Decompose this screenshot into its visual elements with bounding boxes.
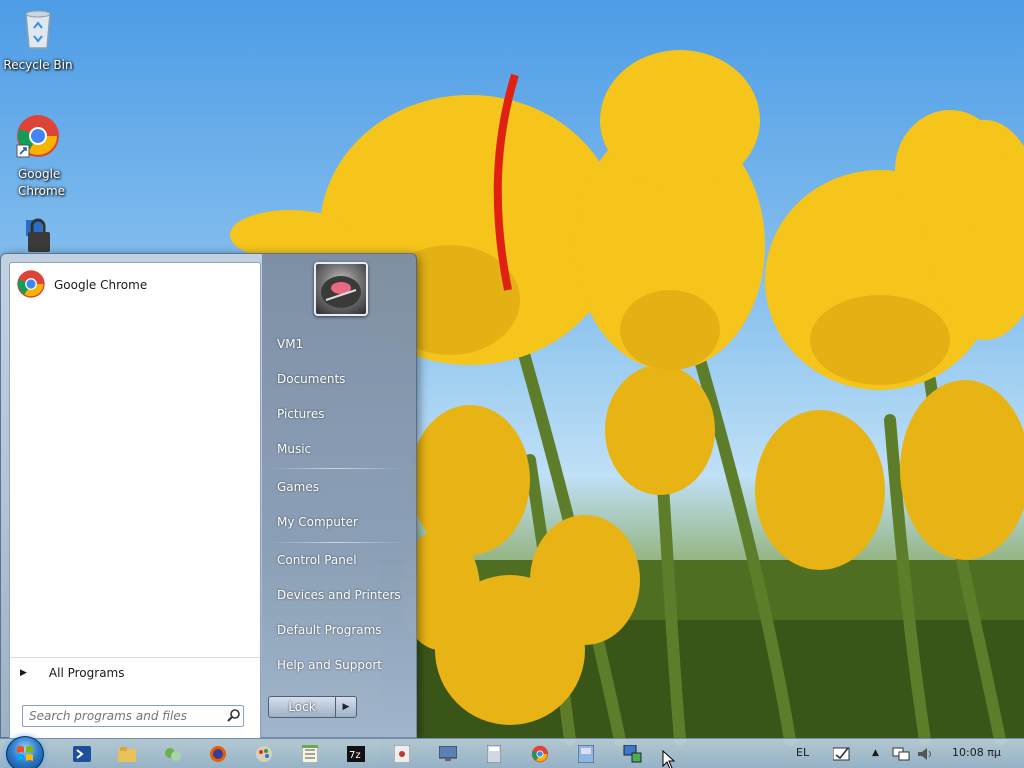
- media-app-icon[interactable]: [392, 744, 412, 764]
- disk-icon[interactable]: [576, 744, 596, 764]
- volume-icon[interactable]: [915, 744, 935, 764]
- network-share-icon[interactable]: [163, 744, 183, 764]
- lock-button-label: Lock: [288, 700, 316, 714]
- start-search-box[interactable]: [22, 705, 244, 727]
- menu-item-music[interactable]: Music: [262, 434, 417, 464]
- paint-icon[interactable]: [254, 744, 274, 764]
- lock-shortcut-icon: [2, 218, 74, 257]
- menu-item-help-and-support[interactable]: Help and Support: [262, 650, 417, 680]
- explorer-folder-icon[interactable]: [117, 744, 137, 764]
- menu-item-label: My Computer: [277, 515, 358, 529]
- all-programs-label: All Programs: [48, 665, 125, 680]
- start-menu-places-pane: VM1 Documents Pictures Music Games My Co…: [262, 254, 417, 739]
- mouse-cursor-icon: [662, 749, 676, 768]
- menu-item-label: VM1: [277, 337, 304, 351]
- chrome-icon[interactable]: [530, 744, 550, 764]
- search-icon[interactable]: [227, 708, 241, 725]
- firefox-icon[interactable]: [208, 744, 228, 764]
- power-options-arrow-button[interactable]: ▶: [335, 696, 357, 718]
- powershell-icon[interactable]: [72, 744, 92, 764]
- desktop-icon-recycle-bin[interactable]: Recycle Bin: [2, 6, 74, 74]
- menu-item-my-computer[interactable]: My Computer: [262, 507, 417, 537]
- menu-item-label: Documents: [277, 372, 346, 386]
- menu-item-default-programs[interactable]: Default Programs: [262, 615, 417, 645]
- start-menu-programs-pane: Google Chrome ▶ All Programs: [9, 262, 261, 739]
- calculator-icon[interactable]: [484, 744, 504, 764]
- pinned-item-google-chrome[interactable]: Google Chrome: [13, 269, 257, 302]
- menu-separator: [268, 468, 406, 469]
- menu-item-games[interactable]: Games: [262, 472, 417, 502]
- desktop-icon-google-chrome[interactable]: Google Chrome: [2, 113, 74, 200]
- chrome-icon: [16, 269, 46, 302]
- triangle-right-icon: ▶: [20, 667, 27, 678]
- start-button[interactable]: [6, 736, 44, 768]
- user-avatar-icon[interactable]: [314, 262, 368, 316]
- menu-item-label: Music: [277, 442, 312, 456]
- action-center-icon[interactable]: [832, 744, 852, 764]
- chrome-icon: [2, 113, 74, 164]
- remote-desktop-icon[interactable]: [438, 744, 458, 764]
- menu-item-label: Control Panel: [277, 553, 357, 567]
- 7zip-icon[interactable]: 7z: [346, 744, 366, 764]
- windows-logo-icon: [17, 746, 33, 761]
- menu-item-label: Games: [277, 480, 319, 494]
- menu-item-label: Pictures: [277, 407, 325, 421]
- start-menu: Google Chrome ▶ All Programs V: [0, 253, 417, 739]
- pinned-item-label: Google Chrome: [54, 278, 148, 292]
- menu-item-label: Devices and Printers: [277, 588, 401, 602]
- menu-item-documents[interactable]: Documents: [262, 364, 417, 394]
- notepad-icon[interactable]: [300, 744, 320, 764]
- all-programs-button[interactable]: ▶ All Programs: [10, 657, 260, 687]
- menu-item-devices-and-printers[interactable]: Devices and Printers: [262, 580, 417, 610]
- menu-item-label: Help and Support: [277, 658, 382, 672]
- search-input[interactable]: [29, 707, 223, 725]
- triangle-right-icon: ▶: [342, 702, 350, 712]
- clock[interactable]: 10:08 πμ: [952, 746, 1001, 759]
- svg-text:7z: 7z: [349, 750, 361, 761]
- google-chrome-label: Google Chrome: [18, 167, 66, 198]
- menu-item-pictures[interactable]: Pictures: [262, 399, 417, 429]
- menu-separator: [268, 542, 406, 543]
- lock-button[interactable]: Lock: [268, 696, 336, 718]
- recycle-bin-icon: [2, 6, 74, 55]
- menu-item-control-panel[interactable]: Control Panel: [262, 545, 417, 575]
- network-computer-icon[interactable]: [622, 744, 642, 764]
- show-hidden-icons-arrow[interactable]: ▲: [872, 748, 879, 758]
- recycle-bin-label: Recycle Bin: [3, 58, 73, 72]
- taskbar: 7z EL ▲ 10:08 πμ: [0, 736, 1024, 768]
- menu-item-vm1[interactable]: VM1: [262, 329, 417, 359]
- menu-item-label: Default Programs: [277, 623, 382, 637]
- network-tray-icon[interactable]: [891, 744, 911, 764]
- language-indicator[interactable]: EL: [796, 746, 809, 759]
